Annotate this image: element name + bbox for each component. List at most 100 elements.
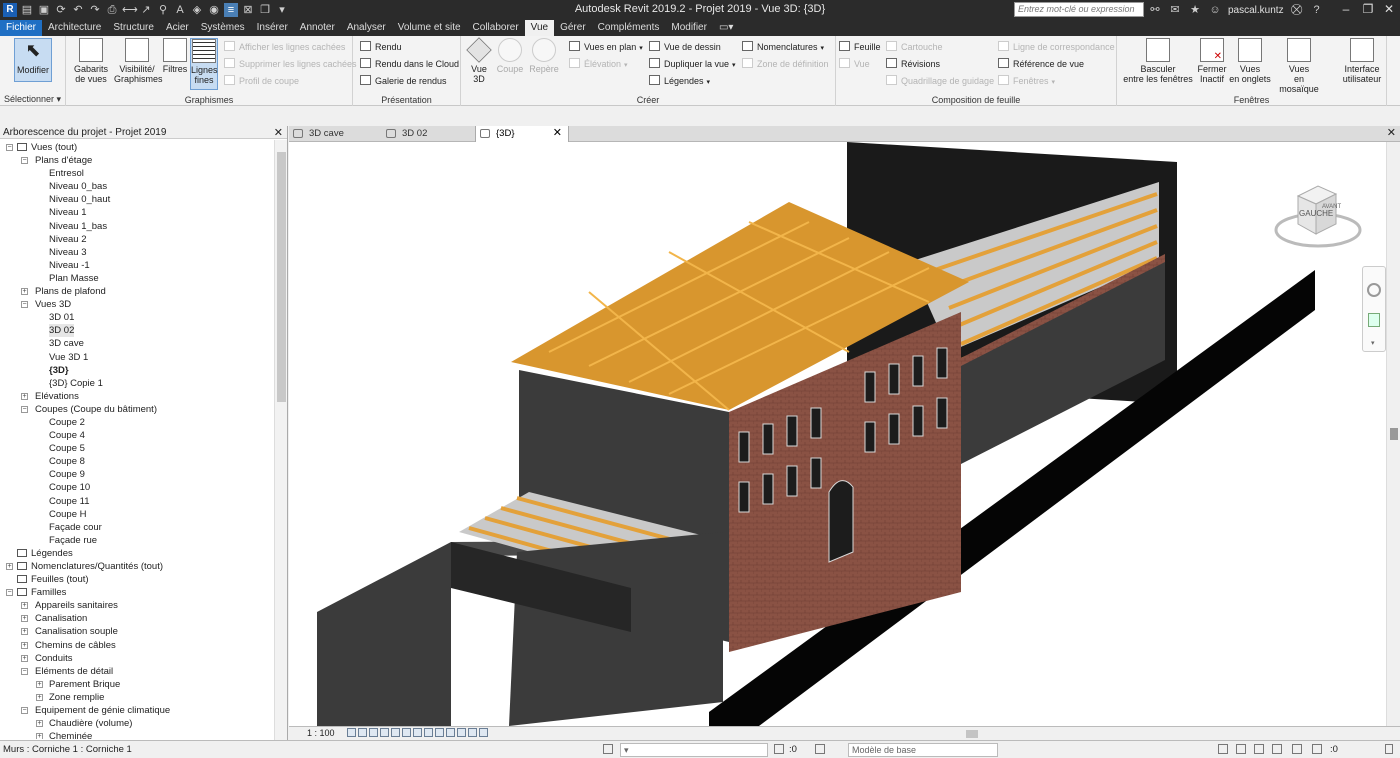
tree-node-label[interactable]: Zone remplie (49, 691, 104, 704)
tree-node[interactable]: Niveau 1_bas (0, 220, 274, 233)
expand-icon[interactable]: + (6, 563, 13, 570)
feuille-button[interactable]: Feuille (839, 40, 881, 54)
render-dialog-icon[interactable] (391, 728, 400, 737)
user-icon[interactable]: ☺ (1208, 3, 1222, 17)
supprimer-lignes-cachees-button[interactable]: Supprimer les lignes cachées (224, 57, 357, 71)
customize-qat-icon[interactable]: ▾ (275, 3, 289, 17)
tree-node[interactable]: + Elévations (0, 390, 274, 403)
editable-icon[interactable] (774, 744, 784, 754)
tree-node-label[interactable]: Canalisation (35, 612, 87, 625)
dimension-icon[interactable]: ↗ (139, 3, 153, 17)
tree-node[interactable]: Vue 3D 1 (0, 351, 274, 364)
basculer-fenetres-button[interactable]: Basculer entre les fenêtres (1123, 38, 1193, 84)
reveal-hidden-icon[interactable] (446, 728, 455, 737)
thin-lines-icon[interactable]: ≡ (224, 3, 238, 17)
close-browser-icon[interactable]: ✕ (274, 126, 283, 139)
expand-icon[interactable]: + (21, 392, 28, 400)
tab-vue[interactable]: Vue (524, 20, 555, 36)
tree-node-label[interactable]: Canalisation souple (35, 625, 118, 638)
profil-de-coupe-button[interactable]: Profil de coupe (224, 74, 299, 88)
tree-node[interactable]: 3D 01 (0, 311, 274, 324)
rendu-button[interactable]: Rendu (360, 40, 402, 54)
viewcube-face-avant[interactable]: AVANT (1322, 204, 1341, 210)
highlight-displacement-icon[interactable] (468, 728, 477, 737)
repere-button[interactable]: Repère (527, 38, 561, 74)
tree-node[interactable]: Coupe 4 (0, 429, 274, 442)
tab-structure[interactable]: Structure (107, 20, 160, 36)
viewport-vscroll[interactable] (1386, 142, 1400, 726)
tree-node-label[interactable]: Plan Masse (49, 272, 99, 285)
nav-options-icon[interactable]: ▾ (1371, 339, 1375, 347)
tree-node-label[interactable]: {3D} (49, 364, 69, 377)
close-window-icon[interactable]: ✕ (1378, 0, 1400, 20)
sync-icon[interactable]: ⟳ (54, 3, 68, 17)
tab-fichier[interactable]: Fichier (0, 20, 43, 36)
scroll-thumb[interactable] (1390, 428, 1398, 440)
tree-node-label[interactable]: Niveau 0_bas (49, 180, 107, 193)
expand-icon[interactable]: + (21, 288, 28, 296)
collapse-icon[interactable]: − (6, 144, 13, 151)
tree-node[interactable]: − Vues 3D (0, 298, 274, 311)
tab-3d-02[interactable]: 3D 02 (382, 126, 474, 142)
tree-node[interactable]: + Chemins de câbles (0, 639, 274, 652)
detail-level-icon[interactable] (347, 728, 356, 737)
tree-node[interactable]: + Canalisation souple (0, 625, 274, 638)
tree-node[interactable]: 3D cave (0, 337, 274, 350)
resize-grip-icon[interactable] (1385, 744, 1393, 754)
afficher-lignes-cachees-button[interactable]: Afficher les lignes cachées (224, 40, 345, 54)
binoculars-icon[interactable]: ⚯ (1148, 3, 1162, 17)
lignes-fines-button[interactable]: Lignes fines (190, 38, 218, 90)
tree-node[interactable]: + Canalisation (0, 612, 274, 625)
tree-node[interactable]: Niveau -1 (0, 259, 274, 272)
tab-3d-default[interactable]: {3D} ✕ (475, 126, 569, 142)
tab-analyser[interactable]: Analyser (341, 20, 392, 36)
text-icon[interactable]: A (173, 3, 187, 17)
tree-node[interactable]: Façade cour (0, 521, 274, 534)
tree-node-label[interactable]: Niveau -1 (49, 259, 90, 272)
undo-icon[interactable]: ↶ (71, 3, 85, 17)
tree-node[interactable]: Coupe H (0, 508, 274, 521)
tree-node-label[interactable]: 3D cave (49, 337, 84, 350)
tree-node-label[interactable]: Coupe 2 (49, 416, 85, 429)
expand-icon[interactable]: + (21, 628, 28, 636)
tree-node[interactable]: + Conduits (0, 652, 274, 665)
tree-node-label[interactable]: Niveau 1 (49, 206, 87, 219)
tree-node-label[interactable]: 3D 02 (49, 324, 75, 338)
panel-label-selectionner[interactable]: Sélectionner ▾ (0, 94, 65, 105)
ligne-correspondance-button[interactable]: Ligne de correspondance (998, 40, 1115, 54)
tree-node-label[interactable]: Coupe H (49, 508, 87, 521)
expand-icon[interactable]: + (36, 733, 43, 739)
tree-node-label[interactable]: Façade cour (49, 521, 102, 534)
collapse-icon[interactable]: − (6, 589, 13, 597)
tree-node-label[interactable]: Niveau 3 (49, 246, 87, 259)
legendes-button[interactable]: Légendes ▾ (649, 74, 710, 88)
tree-node[interactable]: {3D} (0, 364, 274, 377)
rendu-cloud-button[interactable]: Rendu dans le Cloud (360, 57, 459, 71)
elevation-button[interactable]: Élévation ▾ (569, 57, 628, 71)
cart-icon[interactable]: ⛒ (1290, 3, 1304, 17)
design-options-icon[interactable] (815, 744, 825, 754)
zoom-icon[interactable] (1368, 313, 1380, 327)
tree-node-label[interactable]: Coupe 8 (49, 455, 85, 468)
collapse-icon[interactable]: − (21, 707, 28, 715)
tree-node-label[interactable]: Niveau 2 (49, 233, 87, 246)
tree-node-label[interactable]: Coupes (Coupe du bâtiment) (35, 403, 157, 416)
show-crop-icon[interactable] (413, 728, 422, 737)
tree-node[interactable]: Plan Masse (0, 272, 274, 285)
fermer-inactif-button[interactable]: ✕ Fermer Inactif (1195, 38, 1229, 84)
tree-node[interactable]: Feuilles (tout) (0, 573, 274, 586)
tree-node-label[interactable]: Vues 3D (35, 298, 71, 311)
tree-node[interactable]: + Zone remplie (0, 691, 274, 704)
tree-node[interactable]: Coupe 11 (0, 495, 274, 508)
tree-node-label[interactable]: Familles (31, 586, 66, 599)
shadows-icon[interactable] (380, 728, 389, 737)
workset-icon[interactable] (603, 744, 613, 754)
collapse-icon[interactable]: − (21, 157, 28, 165)
tree-node[interactable]: + Chaudière (volume) (0, 717, 274, 730)
select-underlay-icon[interactable] (1236, 744, 1246, 754)
gabarits-de-vues-button[interactable]: Gabarits de vues (72, 38, 110, 84)
tab-volume-et-site[interactable]: Volume et site (392, 20, 467, 36)
tree-node-label[interactable]: Façade rue (49, 534, 97, 547)
collapse-icon[interactable]: − (21, 301, 28, 309)
lock-view-icon[interactable] (424, 728, 433, 737)
